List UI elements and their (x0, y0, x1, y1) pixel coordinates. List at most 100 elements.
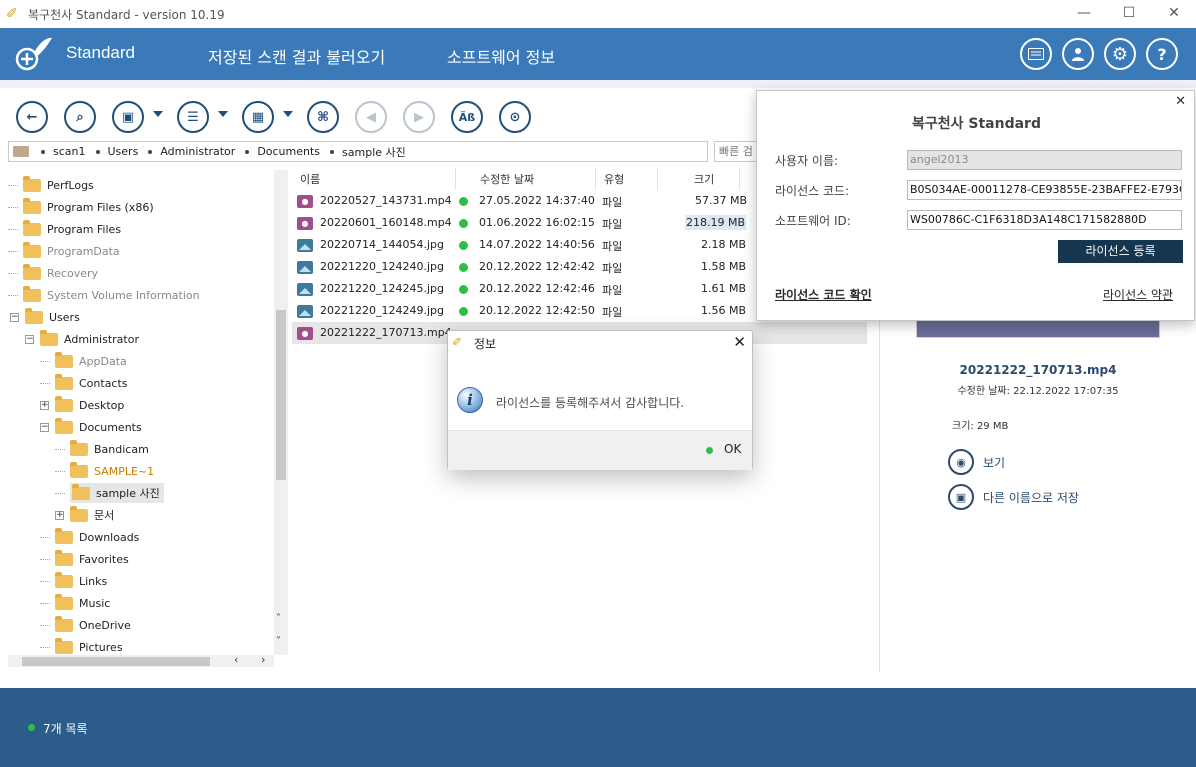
folder-icon (55, 527, 73, 544)
tree-item[interactable]: OneDrive (40, 615, 131, 635)
find-button[interactable]: ⌘ (307, 101, 339, 133)
user-button[interactable] (1062, 38, 1094, 70)
column-header-date[interactable]: 수정한 날짜 (456, 168, 596, 190)
license-card-button[interactable] (1020, 38, 1052, 70)
tree-item[interactable]: − Administrator (25, 329, 139, 349)
software-id-label: 소프트웨어 ID: (775, 214, 851, 228)
tree-vertical-scrollbar[interactable]: ˄ ˅ (274, 170, 288, 655)
tree-item[interactable]: Downloads (40, 527, 139, 547)
tree-item[interactable]: − Documents (40, 417, 142, 437)
scroll-right-icon[interactable]: › (261, 653, 265, 666)
scroll-up-icon[interactable]: ˄ (276, 613, 281, 624)
scroll-down-icon[interactable]: ˅ (276, 636, 281, 647)
status-dot-icon (459, 241, 468, 250)
tree-item[interactable]: System Volume Information (8, 285, 200, 305)
menu-load-scan[interactable]: 저장된 스캔 결과 불러오기 (208, 44, 385, 68)
status-dot-icon (459, 285, 468, 294)
view-mode-button[interactable]: ▦ (242, 101, 274, 133)
collapse-icon[interactable]: − (25, 334, 34, 344)
register-license-button[interactable]: 라이선스 등록 (1058, 240, 1183, 263)
angel-logo-icon (15, 37, 52, 71)
back-button[interactable]: ← (16, 101, 48, 133)
ok-button[interactable]: OK (724, 442, 741, 456)
save-dropdown-icon[interactable] (153, 111, 163, 117)
header-divider (0, 80, 1196, 88)
info-dialog: ✐ 정보 ✕ i 라이선스를 등록해주셔서 감사합니다. OK (447, 330, 753, 470)
folder-icon (40, 329, 58, 346)
breadcrumb-item[interactable]: scan1 (53, 145, 86, 158)
tree-item-selected[interactable]: sample 사진 (55, 483, 164, 503)
maximize-button[interactable]: ☐ (1109, 0, 1149, 28)
breadcrumb-item[interactable]: Administrator (160, 145, 235, 158)
close-icon[interactable]: ✕ (1175, 94, 1186, 109)
status-dot-icon (459, 263, 468, 272)
status-light-icon: ⊙ (509, 109, 521, 125)
folder-icon (55, 615, 73, 632)
collapse-icon[interactable]: − (10, 312, 19, 322)
scroll-left-icon[interactable]: ‹ (234, 653, 238, 666)
tree-item[interactable]: SAMPLE~1 (55, 461, 154, 481)
folder-icon (72, 483, 90, 500)
breadcrumb-item[interactable]: sample 사진 (342, 144, 406, 160)
menu-software-info[interactable]: 소프트웨어 정보 (447, 44, 555, 68)
tree-item[interactable]: Links (40, 571, 107, 591)
breadcrumb-item[interactable]: Users (108, 145, 139, 158)
software-id-field[interactable]: WS00786C-C1F6318D3A148C171582880D (907, 210, 1182, 230)
help-button[interactable]: ? (1146, 38, 1178, 70)
view-file-button[interactable]: ◉ 보기 (948, 449, 1005, 475)
tree-item[interactable]: − Users (10, 307, 80, 327)
check-license-code-link[interactable]: 라이선스 코드 확인 (775, 286, 872, 303)
tree-item[interactable]: + Desktop (40, 395, 124, 415)
folder-icon (55, 373, 73, 390)
checklist-button[interactable]: ☰ (177, 101, 209, 133)
tree-item[interactable]: Contacts (40, 373, 128, 393)
help-icon: ? (1157, 44, 1167, 64)
tree-item[interactable]: Program Files (8, 219, 121, 239)
column-header-name[interactable]: 이름 (292, 168, 456, 190)
license-code-field[interactable]: B0S034AE-00011278-CE93855E-23BAFFE2-E793… (907, 180, 1182, 200)
expand-icon[interactable]: + (40, 400, 49, 410)
tree-item[interactable]: Favorites (40, 549, 129, 569)
tree-item[interactable]: Music (40, 593, 110, 613)
breadcrumb[interactable]: scan1 Users Administrator Documents samp… (8, 141, 708, 162)
previous-button[interactable]: ◀ (355, 101, 387, 133)
close-window-button[interactable]: ✕ (1154, 0, 1194, 28)
tree-item[interactable]: Bandicam (55, 439, 149, 459)
tree-item[interactable]: PerfLogs (8, 175, 94, 195)
tree-item[interactable]: AppData (40, 351, 127, 371)
tree-horizontal-scrollbar[interactable]: ‹ › (8, 653, 274, 667)
preview-file-name: 20221222_170713.mp4 (959, 363, 1117, 377)
save-button[interactable]: ▣ (112, 101, 144, 133)
tree-item[interactable]: Program Files (x86) (8, 197, 154, 217)
window-title: 복구천사 Standard - version 10.19 (28, 8, 225, 22)
gear-icon: ⚙ (1111, 43, 1129, 65)
charset-button[interactable]: Äß (451, 101, 483, 133)
save-as-button[interactable]: ▣ 다른 이름으로 저장 (948, 484, 1079, 510)
quick-search-input[interactable] (714, 141, 760, 162)
magnifier-icon: ⌕ (76, 109, 84, 125)
minimize-button[interactable]: — (1064, 0, 1104, 28)
title-bar: ✐ 복구천사 Standard - version 10.19 — ☐ ✕ (0, 0, 1196, 28)
tree-item[interactable]: + 문서 (55, 505, 114, 525)
scroll-thumb[interactable] (276, 310, 286, 480)
tree-item[interactable]: Recovery (8, 263, 98, 283)
column-header-size[interactable]: 크기 (658, 168, 740, 190)
status-dot-icon (28, 724, 35, 731)
next-button[interactable]: ▶ (403, 101, 435, 133)
collapse-icon[interactable]: − (40, 422, 49, 432)
close-icon[interactable]: ✕ (733, 333, 746, 351)
status-button[interactable]: ⊙ (499, 101, 531, 133)
checklist-dropdown-icon[interactable] (218, 111, 228, 117)
scroll-thumb[interactable] (22, 657, 210, 666)
search-button[interactable]: ⌕ (64, 101, 96, 133)
license-terms-link[interactable]: 라이선스 약관 (1103, 286, 1173, 303)
breadcrumb-item[interactable]: Documents (257, 145, 320, 158)
folder-icon (23, 285, 41, 302)
settings-button[interactable]: ⚙ (1104, 38, 1136, 70)
tree-item[interactable]: Pictures (40, 637, 123, 657)
view-dropdown-icon[interactable] (283, 111, 293, 117)
expand-icon[interactable]: + (55, 510, 64, 520)
folder-icon (55, 571, 73, 588)
tree-item[interactable]: ProgramData (8, 241, 120, 261)
column-header-type[interactable]: 유형 (596, 168, 658, 190)
